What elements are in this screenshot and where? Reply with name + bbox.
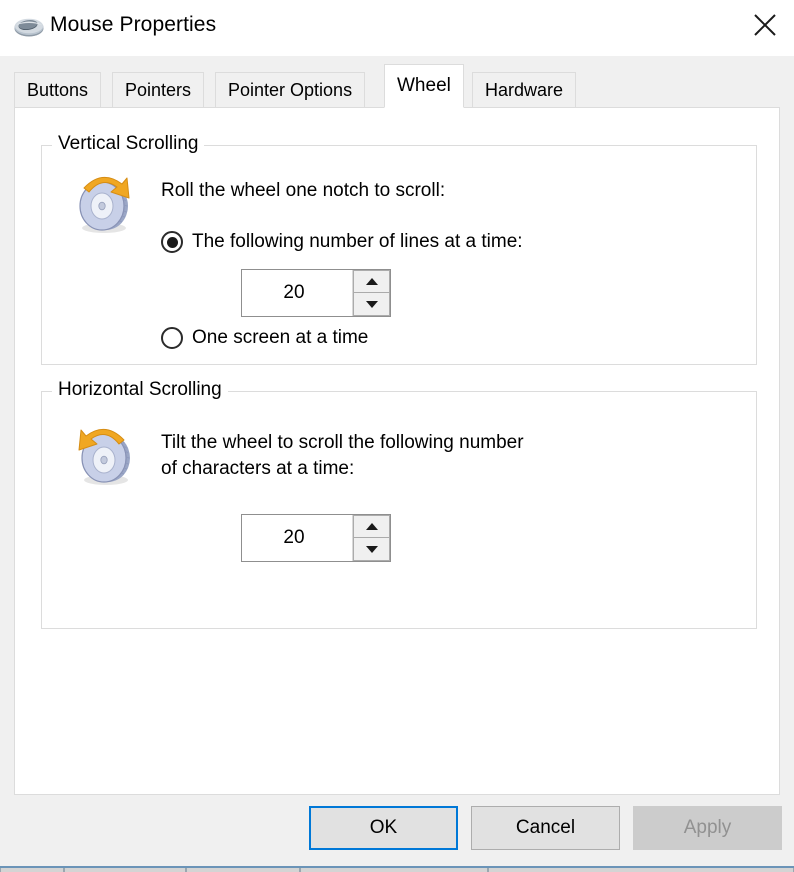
radio-lines-label: The following number of lines at a time:	[192, 231, 523, 252]
tab-label: Pointer Options	[228, 80, 353, 100]
radio-screen-label: One screen at a time	[192, 327, 369, 348]
radio-unselected-icon	[161, 327, 183, 349]
background-segment	[300, 868, 488, 872]
ok-button-label: OK	[369, 817, 398, 838]
cancel-button[interactable]: Cancel	[471, 806, 620, 850]
horizontal-scrolling-group: Horizontal Scrolling Tilt the wheel to s…	[41, 379, 757, 629]
chevron-up-icon	[365, 523, 378, 530]
apply-button-label: Apply	[683, 817, 732, 838]
vertical-scrolling-legend: Vertical Scrolling	[52, 133, 205, 155]
apply-button: Apply	[633, 806, 782, 850]
vertical-instruction-text: Roll the wheel one notch to scroll:	[161, 180, 446, 201]
tab-content-panel: Vertical Scrolling Roll the wheel one no…	[14, 107, 780, 795]
characters-spinner[interactable]: 20	[241, 514, 391, 562]
lines-spinner-up-button[interactable]	[353, 270, 390, 293]
background-segment	[0, 868, 64, 872]
horizontal-scrolling-legend: Horizontal Scrolling	[52, 379, 228, 401]
lines-spinner-buttons	[352, 270, 390, 316]
tab-wheel[interactable]: Wheel	[384, 64, 464, 108]
chevron-down-icon	[365, 300, 378, 308]
tab-label: Buttons	[27, 80, 89, 100]
lines-spinner-down-button[interactable]	[353, 293, 390, 316]
characters-spinner-down-button[interactable]	[353, 538, 390, 561]
radio-lines-at-a-time[interactable]: The following number of lines at a time:	[161, 231, 523, 253]
background-segment	[488, 868, 794, 872]
tab-pointer-options[interactable]: Pointer Options	[215, 72, 366, 108]
scroll-wheel-horizontal-icon	[74, 420, 136, 486]
tab-label: Wheel	[397, 75, 451, 96]
characters-spinner-value[interactable]: 20	[242, 515, 352, 561]
background-segment	[64, 868, 186, 872]
lines-spinner-value[interactable]: 20	[242, 270, 352, 316]
close-icon	[752, 12, 778, 38]
tab-buttons[interactable]: Buttons	[14, 72, 102, 108]
title-bar: Mouse Properties	[0, 0, 794, 56]
mouse-properties-dialog: Mouse Properties Buttons Pointers Pointe…	[0, 0, 794, 866]
background-window-strip	[0, 866, 794, 872]
scroll-wheel-vertical-icon	[74, 168, 136, 234]
tab-label: Pointers	[125, 80, 192, 100]
characters-spinner-buttons	[352, 515, 390, 561]
mouse-icon	[13, 16, 45, 38]
dialog-footer: OK Cancel Apply	[0, 806, 794, 866]
cancel-button-label: Cancel	[515, 817, 576, 838]
horizontal-instruction-text: Tilt the wheel to scroll the following n…	[161, 432, 524, 479]
tab-label: Hardware	[485, 80, 564, 100]
chevron-down-icon	[365, 545, 378, 553]
radio-selected-icon	[161, 231, 183, 253]
vertical-scrolling-group: Vertical Scrolling Roll the wheel one no…	[41, 133, 757, 365]
window-title: Mouse Properties	[50, 13, 217, 36]
tab-strip: Buttons Pointers Pointer Options Wheel H…	[0, 56, 794, 108]
radio-one-screen-at-a-time[interactable]: One screen at a time	[161, 327, 368, 349]
tab-pointers[interactable]: Pointers	[112, 72, 205, 108]
close-button[interactable]	[736, 0, 794, 50]
ok-button[interactable]: OK	[309, 806, 458, 850]
lines-spinner[interactable]: 20	[241, 269, 391, 317]
characters-spinner-up-button[interactable]	[353, 515, 390, 538]
background-segment	[186, 868, 300, 872]
tab-hardware[interactable]: Hardware	[472, 72, 577, 108]
chevron-up-icon	[365, 278, 378, 285]
